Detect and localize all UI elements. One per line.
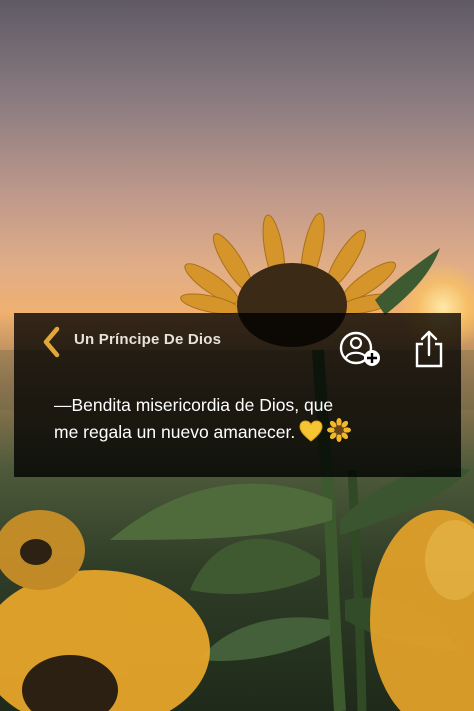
post-text-line-1: —Bendita misericordia de Dios, que — [54, 395, 334, 415]
sunflower-icon — [327, 418, 352, 449]
share-icon — [415, 330, 443, 368]
yellow-heart-icon — [299, 420, 323, 449]
background-photo: Un Príncipe De Dios —Bendita misericordi… — [0, 0, 474, 711]
user-plus-icon — [339, 331, 380, 366]
chevron-left-icon — [43, 326, 60, 358]
post-text-line-2-text: me regala un nuevo amanecer. — [54, 422, 296, 442]
post-text: —Bendita misericordia de Dios, que me re… — [54, 393, 434, 449]
page-title: Un Príncipe De Dios — [74, 331, 222, 348]
post-overlay-panel: Un Príncipe De Dios —Bendita misericordi… — [14, 313, 461, 477]
back-button[interactable] — [38, 325, 64, 359]
post-text-line-2: me regala un nuevo amanecer. — [54, 418, 434, 449]
share-button[interactable] — [412, 329, 446, 369]
add-friend-button[interactable] — [338, 331, 384, 369]
